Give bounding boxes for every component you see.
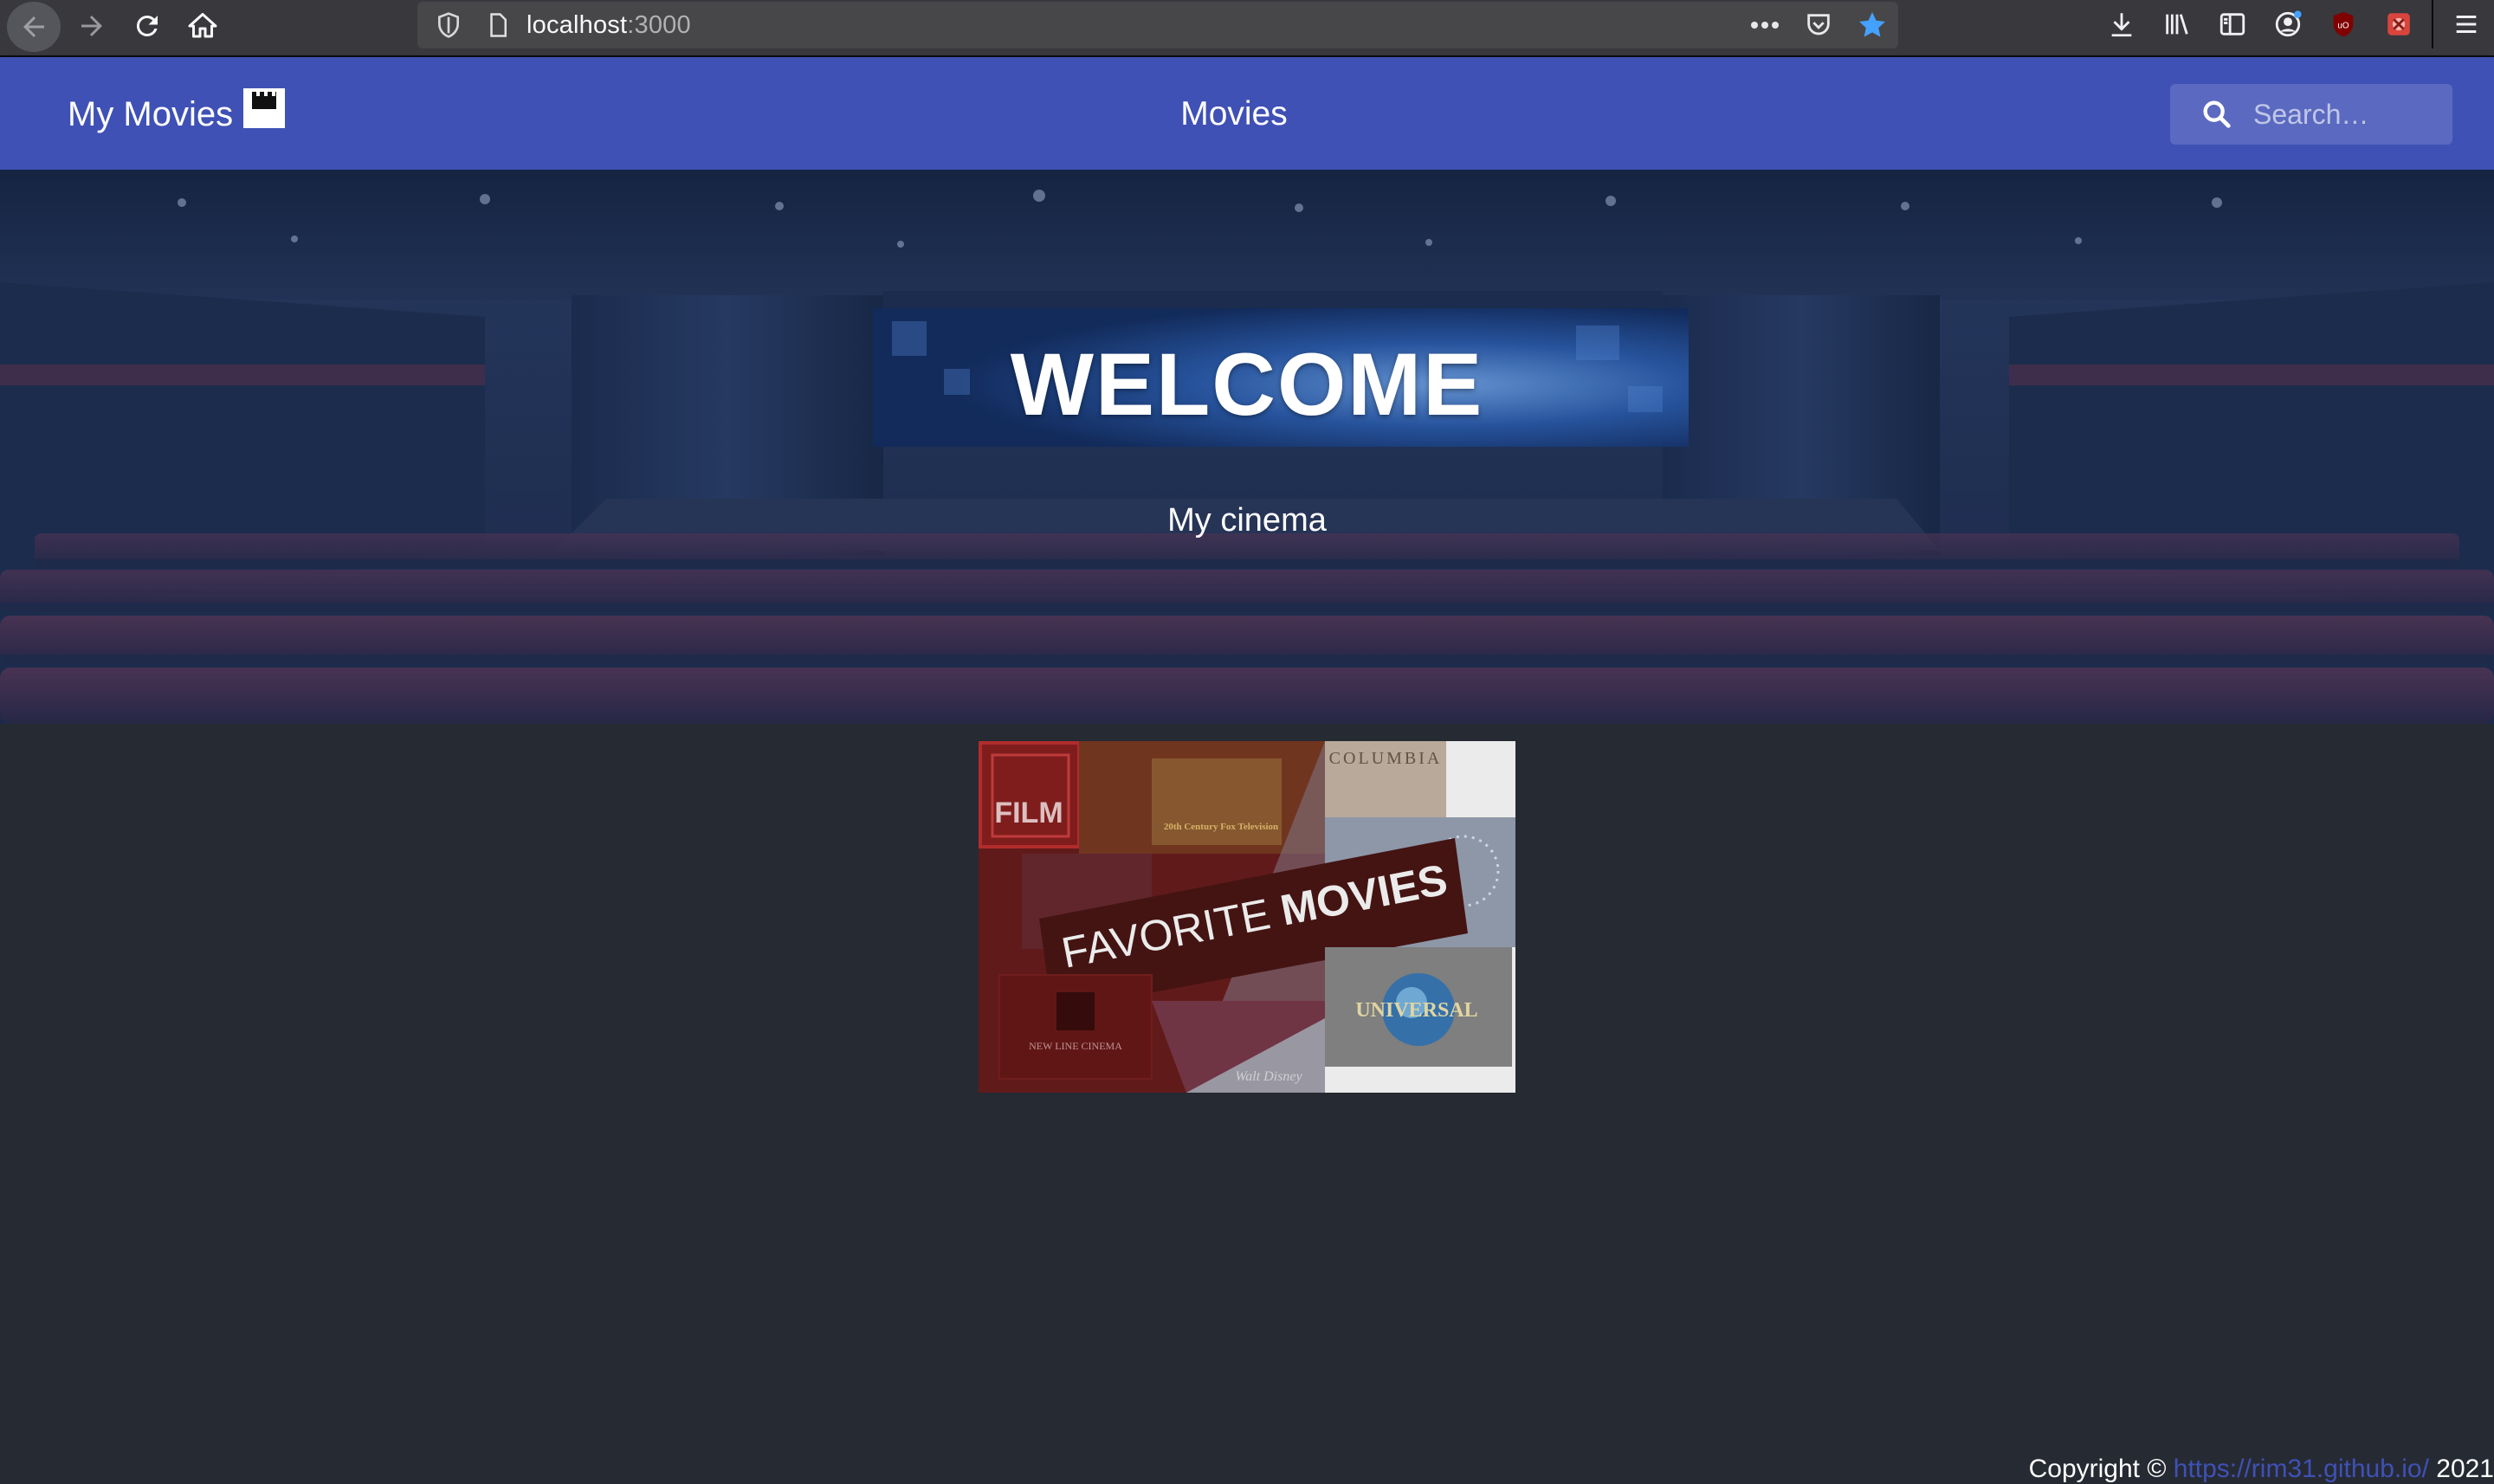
brand-title: My Movies	[68, 95, 234, 133]
account-icon[interactable]	[2260, 0, 2316, 48]
footer-link[interactable]: https://rim31.github.io/	[2174, 1455, 2429, 1483]
clapperboard-icon	[243, 88, 286, 128]
url-host: localhost	[527, 10, 628, 39]
forward-button[interactable]	[64, 2, 120, 50]
copyright-text: Copyright ©	[2028, 1455, 2174, 1483]
library-icon[interactable]	[2149, 0, 2205, 48]
more-actions-icon[interactable]	[1749, 10, 1780, 41]
brand-link[interactable]: My Movies	[68, 88, 286, 139]
ublock-icon[interactable]: uO	[2316, 0, 2371, 48]
arrow-left-icon	[23, 16, 44, 37]
hero-title: WELCOME	[1010, 335, 1484, 434]
nav-link-movies[interactable]: Movies	[1178, 94, 1290, 135]
browser-toolbar: localhost:3000 uO	[0, 0, 2494, 57]
sidebar-icon[interactable]	[2205, 0, 2260, 48]
hero-subtitle: My cinema	[1167, 502, 1327, 539]
pocket-icon[interactable]	[1803, 10, 1834, 41]
url-text[interactable]: localhost:3000	[527, 11, 691, 40]
bookmark-star-icon[interactable]	[1857, 10, 1888, 41]
favorite-movies-banner: FILM 20th Century Fox Television COLUMBI…	[979, 741, 1515, 1093]
reload-icon	[136, 15, 158, 36]
download-icon[interactable]	[2094, 0, 2149, 48]
copyright-year: 2021	[2428, 1455, 2494, 1483]
home-icon	[188, 13, 217, 38]
search-box[interactable]	[2170, 84, 2452, 145]
reload-button[interactable]	[120, 2, 175, 50]
menu-icon[interactable]	[2439, 0, 2494, 48]
arrow-right-icon	[81, 16, 102, 36]
cinema-hall-image	[0, 170, 2494, 724]
favorite-movies-image: FILM 20th Century Fox Television COLUMBI…	[979, 741, 1515, 1093]
toolbar-separator	[2432, 0, 2433, 48]
home-button[interactable]	[175, 2, 230, 50]
url-port: :3000	[627, 10, 691, 39]
search-input[interactable]	[2252, 97, 2442, 132]
extension-icon[interactable]	[2371, 0, 2426, 48]
svg-text:uO: uO	[2337, 21, 2349, 30]
footer: Copyright © https://rim31.github.io/ 202…	[2029, 1455, 2494, 1483]
search-icon	[2203, 100, 2231, 128]
shield-icon[interactable]	[435, 11, 462, 39]
address-bar[interactable]: localhost:3000	[417, 2, 1898, 48]
app-navbar: My Movies Movies	[0, 57, 2494, 170]
hero-banner: WELCOME My cinema	[0, 170, 2494, 724]
back-button[interactable]	[7, 2, 61, 52]
page-icon	[490, 13, 507, 37]
